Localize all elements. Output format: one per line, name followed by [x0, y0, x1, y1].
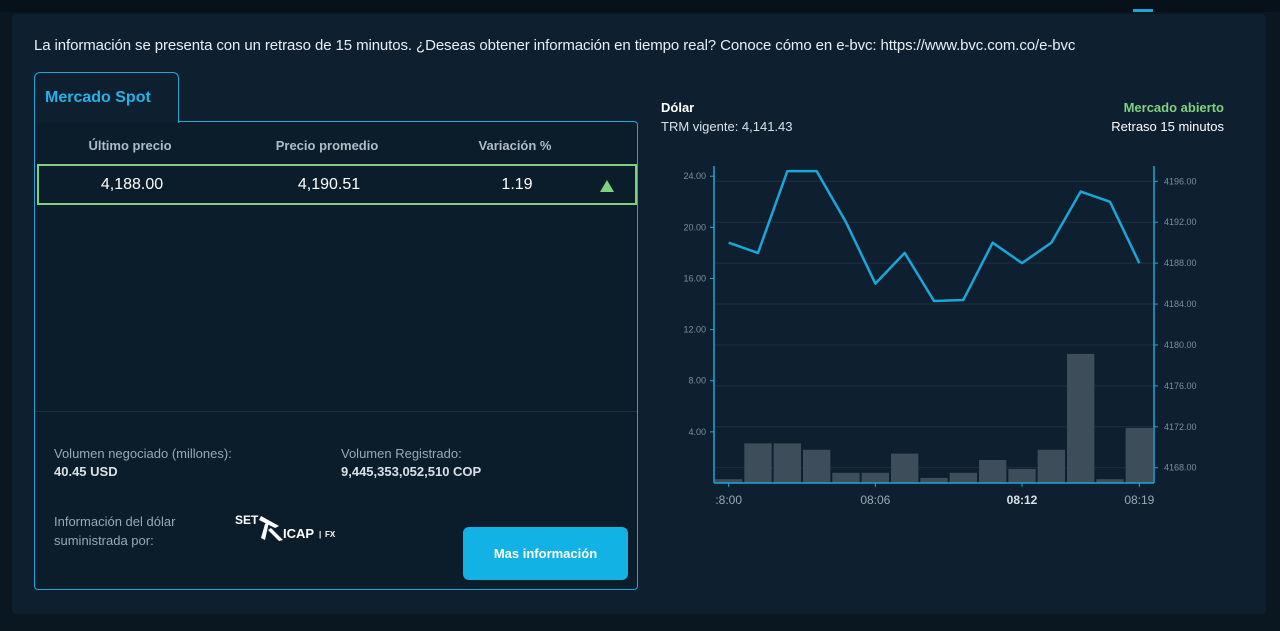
volume-bar [832, 472, 860, 483]
volumen-negociado-value: 40.45 USD [54, 464, 118, 479]
time-tick-label: 08:06 [860, 493, 890, 507]
variacion-value: 1.19 [501, 176, 533, 193]
delay-label: Retraso 15 minutos [1111, 119, 1224, 134]
market-status: Mercado abierto [1123, 100, 1224, 115]
volume-tick-label: 12.00 [683, 325, 706, 335]
volume-bar [979, 459, 1007, 483]
time-tick-label: :8:00 [715, 493, 742, 507]
header-ultimo-precio: Último precio [88, 138, 172, 153]
price-tick-label: 4168.00 [1164, 463, 1197, 473]
tab-mercado-spot[interactable]: Mercado Spot [34, 72, 179, 123]
price-tick-label: 4172.00 [1164, 422, 1197, 432]
price-tick-label: 4196.00 [1164, 176, 1197, 186]
volume-tick-label: 20.00 [683, 222, 706, 232]
mas-informacion-button[interactable]: Mas información [463, 527, 628, 580]
price-tick-label: 4188.00 [1164, 258, 1197, 268]
volume-bar [861, 472, 889, 483]
provider-label: Información del dólar suministrada por: [54, 514, 176, 548]
precio-promedio-value: 4,190.51 [297, 176, 361, 193]
time-tick-label: 08:12 [1007, 493, 1038, 507]
header-variacion: Variación % [478, 138, 552, 153]
price-tick-label: 4176.00 [1164, 381, 1197, 391]
volume-tick-label: 16.00 [683, 273, 706, 283]
tab-label: Mercado Spot [45, 89, 151, 106]
triangle-up-icon [600, 180, 614, 192]
time-tick-label: 08:19 [1124, 493, 1154, 507]
svg-text:|: | [319, 530, 321, 539]
price-line [728, 169, 1141, 303]
price-tick-label: 4184.00 [1164, 299, 1197, 309]
volume-bar [1008, 468, 1036, 483]
price-tick-label: 4192.00 [1164, 217, 1197, 227]
volume-tick-label: 4.00 [688, 427, 706, 437]
volume-tick-label: 8.00 [688, 376, 706, 386]
volume-bar [1125, 428, 1153, 483]
volumen-negociado-label: Volumen negociado (millones): [54, 446, 232, 461]
table-row: 4,188.00 4,190.51 1.19 [37, 164, 637, 205]
active-nav-indicator [1133, 9, 1153, 12]
chart-title: Dólar [661, 100, 695, 115]
price-volume-chart: 4.00 8.00 12.00 16.00 20.00 24.00 4168.00 4172.… [683, 166, 1197, 507]
logo-text-fx: FX [325, 530, 336, 539]
volume-bar [744, 443, 772, 483]
volume-tick-label: 24.00 [683, 171, 706, 181]
volume-bar [1037, 449, 1065, 483]
ultimo-precio-value: 4,188.00 [100, 176, 164, 193]
header-precio-promedio: Precio promedio [275, 138, 379, 153]
volume-bar [803, 449, 831, 483]
divider [35, 411, 637, 412]
delay-notice: La información se presenta con un retras… [34, 37, 1076, 54]
volumen-registrado-value: 9,445,353,052,510 COP [341, 464, 482, 479]
volume-bar [949, 472, 977, 483]
volume-bar [920, 477, 948, 483]
set-icap-fx-logo: SET ICAP | FX [235, 513, 336, 541]
logo-text-icap: ICAP [283, 526, 314, 541]
volume-bar [1067, 353, 1095, 483]
trm-vigente: TRM vigente: 4,141.43 [661, 119, 793, 134]
logo-text-set: SET [235, 513, 259, 527]
volumen-registrado-label: Volumen Registrado: [341, 446, 462, 461]
volume-bar [773, 443, 801, 483]
spot-panel: Último precio Precio promedio Variación … [34, 121, 638, 590]
price-tick-label: 4180.00 [1164, 340, 1197, 350]
top-bar [0, 0, 1280, 12]
volume-bar [891, 453, 919, 483]
